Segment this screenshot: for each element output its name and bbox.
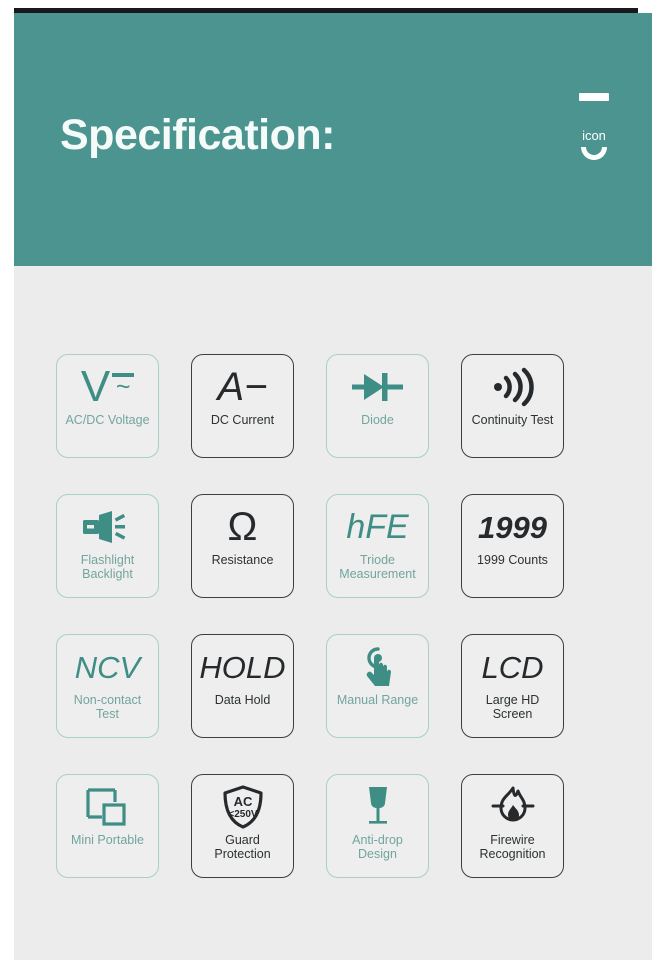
feature-grid: V ~ AC/DC Voltage A− DC Current Diode Co…: [56, 354, 616, 914]
counts-number-text: 1999: [478, 509, 547, 545]
flashlight-icon: [57, 495, 158, 553]
specification-page: Specification: icon V ~ AC/DC Voltage A−…: [0, 0, 652, 980]
dc-current-a-symbol-icon: A−: [192, 355, 293, 413]
feature-label: Continuity Test: [471, 413, 554, 427]
page-title: Specification:: [60, 111, 335, 159]
ohm-symbol-text: Ω: [227, 505, 258, 549]
counts-number-icon: 1999: [462, 495, 563, 553]
feature-tile-triode-measurement[interactable]: hFE Triode Measurement: [326, 494, 429, 598]
feature-tile-data-hold[interactable]: HOLD Data Hold: [191, 634, 294, 738]
feature-tile-flashlight-backlight[interactable]: Flashlight Backlight: [56, 494, 159, 598]
feature-tile-continuity-test[interactable]: Continuity Test: [461, 354, 564, 458]
feature-label: Large HD Screen: [485, 693, 540, 721]
feature-tile-non-contact-test[interactable]: NCV Non-contact Test: [56, 634, 159, 738]
feature-tile-guard-protection[interactable]: AC <250V Guard Protection: [191, 774, 294, 878]
feature-tile-1999-counts[interactable]: 1999 1999 Counts: [461, 494, 564, 598]
feature-label: Guard Protection: [214, 833, 271, 861]
lcd-text-icon: LCD: [462, 635, 563, 693]
feature-label: Firewire Recognition: [479, 833, 546, 861]
header-icon-group: icon: [554, 93, 634, 160]
ohm-symbol-icon: Ω: [192, 495, 293, 553]
feature-label: DC Current: [210, 413, 275, 427]
feature-tile-ac-dc-voltage[interactable]: V ~ AC/DC Voltage: [56, 354, 159, 458]
dc-current-symbol-text: A−: [217, 365, 268, 409]
feature-label: Non-contact Test: [73, 693, 142, 721]
feature-label: Data Hold: [214, 693, 271, 707]
top-white-strip: [0, 0, 652, 8]
hfe-symbol-text: hFE: [346, 508, 409, 546]
feature-tile-dc-current[interactable]: A− DC Current: [191, 354, 294, 458]
feature-tile-anti-drop-design[interactable]: Anti-drop Design: [326, 774, 429, 878]
flame-icon: [462, 775, 563, 833]
feature-tile-firewire-recognition[interactable]: Firewire Recognition: [461, 774, 564, 878]
shield-ac-250v-icon: AC <250V: [192, 775, 293, 833]
feature-label: AC/DC Voltage: [65, 413, 150, 427]
feature-tile-resistance[interactable]: Ω Resistance: [191, 494, 294, 598]
hold-text-icon: HOLD: [192, 635, 293, 693]
ncv-text-icon: NCV: [57, 635, 158, 693]
feature-label: Mini Portable: [71, 833, 144, 847]
feature-tile-manual-range[interactable]: Manual Range: [326, 634, 429, 738]
diode-symbol-icon: [327, 355, 428, 413]
shield-ac-text: AC: [233, 794, 252, 809]
shield-voltage-text: <250V: [228, 809, 258, 820]
hfe-text-icon: hFE: [327, 495, 428, 553]
wine-glass-fragile-icon: [327, 775, 428, 833]
ncv-symbol-text: NCV: [74, 649, 141, 685]
hold-symbol-text: HOLD: [199, 649, 286, 685]
feature-tile-diode[interactable]: Diode: [326, 354, 429, 458]
feature-label: Manual Range: [336, 693, 419, 707]
feature-label: Triode Measurement: [339, 553, 416, 581]
feature-label: Resistance: [211, 553, 274, 567]
dash-icon: [579, 93, 609, 101]
voltage-v-symbol-icon: V ~: [57, 355, 158, 413]
u-curve-icon: [581, 147, 607, 160]
feature-tile-large-hd-screen[interactable]: LCD Large HD Screen: [461, 634, 564, 738]
feature-label: Diode: [361, 413, 394, 427]
two-squares-icon: [57, 775, 158, 833]
feature-label: Anti-drop Design: [352, 833, 403, 861]
feature-label: Flashlight Backlight: [80, 553, 135, 581]
header-icon-label: icon: [582, 128, 606, 143]
sound-waves-icon: [462, 355, 563, 413]
feature-label: 1999 Counts: [477, 553, 548, 567]
tap-hand-icon: [327, 635, 428, 693]
feature-tile-mini-portable[interactable]: Mini Portable: [56, 774, 159, 878]
lcd-symbol-text: LCD: [481, 649, 544, 685]
page-header: Specification: icon: [14, 13, 652, 266]
